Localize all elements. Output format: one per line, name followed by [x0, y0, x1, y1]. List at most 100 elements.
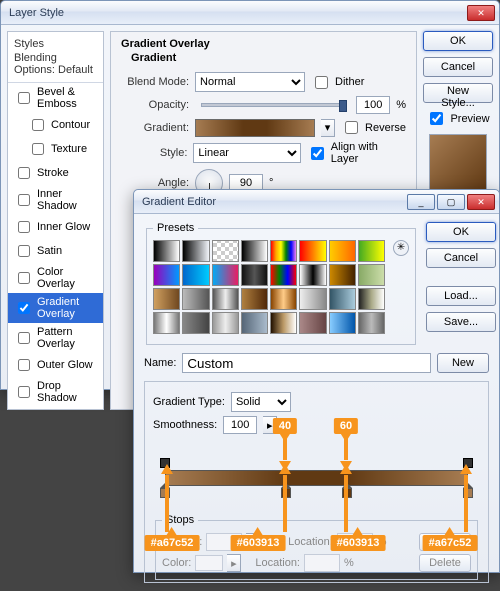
preset-swatch[interactable]: [299, 288, 326, 310]
gradient-editor-dialog: Gradient Editor _ ▢ ✕ Presets ✳ OK Cance…: [133, 189, 500, 573]
preset-swatch[interactable]: [270, 288, 297, 310]
preset-swatch[interactable]: [153, 240, 180, 262]
style-item-drop-shadow[interactable]: Drop Shadow: [8, 377, 103, 407]
preset-swatch[interactable]: [358, 264, 385, 286]
preset-swatch[interactable]: [212, 312, 239, 334]
preset-swatch[interactable]: [153, 288, 180, 310]
delete-color-stop-button: Delete: [419, 554, 471, 572]
chevron-down-icon[interactable]: ▸: [263, 416, 277, 434]
preset-swatch[interactable]: [241, 264, 268, 286]
preset-swatch[interactable]: [153, 312, 180, 334]
new-button[interactable]: New: [437, 353, 489, 373]
close-icon[interactable]: ✕: [467, 5, 495, 21]
style-item-contour[interactable]: Contour: [8, 113, 103, 137]
opacity-slider[interactable]: [201, 103, 344, 107]
name-input[interactable]: [182, 353, 431, 373]
preset-swatch[interactable]: [182, 312, 209, 334]
style-item-texture[interactable]: Texture: [8, 137, 103, 161]
preset-swatch[interactable]: [153, 264, 180, 286]
ok-button[interactable]: OK: [426, 222, 496, 242]
preset-swatch[interactable]: [299, 264, 326, 286]
gradient-editor-titlebar[interactable]: Gradient Editor _ ▢ ✕: [134, 190, 499, 214]
style-item-stroke[interactable]: Stroke: [8, 161, 103, 185]
preset-swatch[interactable]: [182, 288, 209, 310]
preset-swatch[interactable]: [329, 264, 356, 286]
style-item-checkbox[interactable]: [18, 332, 30, 344]
minimize-icon[interactable]: _: [407, 194, 435, 210]
preset-swatch[interactable]: [358, 288, 385, 310]
style-item-inner-glow[interactable]: Inner Glow: [8, 215, 103, 239]
style-item-label: Texture: [51, 143, 87, 155]
new-style-button[interactable]: New Style...: [423, 83, 493, 103]
preset-swatch[interactable]: [212, 264, 239, 286]
opacity-stop[interactable]: [463, 458, 473, 468]
gear-icon[interactable]: ✳: [393, 240, 409, 256]
blending-options-header[interactable]: Blending Options: Default: [8, 52, 103, 83]
style-item-checkbox[interactable]: [18, 272, 30, 284]
stop-color-well: [195, 555, 223, 571]
style-item-gradient-overlay[interactable]: Gradient Overlay: [8, 293, 103, 323]
cancel-button[interactable]: Cancel: [423, 57, 493, 77]
preset-swatch[interactable]: [299, 240, 326, 262]
save-button[interactable]: Save...: [426, 312, 496, 332]
preset-swatch[interactable]: [329, 240, 356, 262]
style-item-outer-glow[interactable]: Outer Glow: [8, 353, 103, 377]
preset-swatch[interactable]: [270, 240, 297, 262]
opacity-input[interactable]: [356, 96, 390, 114]
preset-swatch[interactable]: [358, 312, 385, 334]
color-stop[interactable]: [342, 488, 352, 498]
color-stop[interactable]: [281, 488, 291, 498]
ok-button[interactable]: OK: [423, 31, 493, 51]
preset-swatch[interactable]: [212, 288, 239, 310]
style-item-checkbox[interactable]: [18, 302, 30, 314]
preset-swatch[interactable]: [329, 312, 356, 334]
layer-style-titlebar[interactable]: Layer Style ✕: [1, 1, 499, 25]
style-item-satin[interactable]: Satin: [8, 239, 103, 263]
preset-swatch[interactable]: [270, 264, 297, 286]
preset-swatch[interactable]: [358, 240, 385, 262]
style-item-label: Gradient Overlay: [37, 296, 97, 320]
preset-swatch[interactable]: [182, 264, 209, 286]
gradient-swatch[interactable]: [195, 119, 315, 137]
dither-checkbox[interactable]: Dither: [311, 73, 364, 92]
style-select[interactable]: Linear: [193, 143, 300, 163]
preset-swatch[interactable]: [241, 312, 268, 334]
blend-mode-select[interactable]: Normal: [195, 72, 305, 92]
preset-swatch[interactable]: [270, 312, 297, 334]
preset-swatch[interactable]: [241, 288, 268, 310]
preset-swatch[interactable]: [329, 288, 356, 310]
opacity-stop[interactable]: [160, 458, 170, 468]
style-item-checkbox[interactable]: [18, 245, 30, 257]
reverse-checkbox[interactable]: Reverse: [341, 118, 406, 137]
gradient-type-select[interactable]: Solid: [231, 392, 291, 412]
style-item-inner-shadow[interactable]: Inner Shadow: [8, 185, 103, 215]
style-item-color-overlay[interactable]: Color Overlay: [8, 263, 103, 293]
load-button[interactable]: Load...: [426, 286, 496, 306]
style-item-checkbox[interactable]: [18, 221, 30, 233]
preset-swatch[interactable]: [212, 240, 239, 262]
align-with-layer-checkbox[interactable]: Align with Layer: [307, 141, 406, 165]
preview-checkbox[interactable]: Preview: [426, 109, 489, 128]
preset-swatch[interactable]: [182, 240, 209, 262]
gradient-bar[interactable]: [153, 448, 480, 508]
smoothness-input[interactable]: [223, 416, 257, 434]
style-item-checkbox[interactable]: [18, 386, 30, 398]
style-item-checkbox[interactable]: [18, 194, 30, 206]
style-item-bevel-emboss[interactable]: Bevel & Emboss: [8, 83, 103, 113]
chevron-down-icon[interactable]: ▾: [321, 119, 335, 137]
style-item-checkbox[interactable]: [18, 92, 30, 104]
preset-swatch[interactable]: [241, 240, 268, 262]
style-item-checkbox[interactable]: [18, 167, 30, 179]
style-item-label: Stroke: [37, 167, 69, 179]
preset-swatch[interactable]: [299, 312, 326, 334]
style-item-pattern-overlay[interactable]: Pattern Overlay: [8, 323, 103, 353]
maximize-icon[interactable]: ▢: [437, 194, 465, 210]
presets-grid[interactable]: [153, 240, 385, 338]
color-stop[interactable]: [463, 488, 473, 498]
color-stop[interactable]: [160, 488, 170, 498]
style-item-checkbox[interactable]: [18, 359, 30, 371]
cancel-button[interactable]: Cancel: [426, 248, 496, 268]
style-item-checkbox[interactable]: [32, 119, 44, 131]
close-icon[interactable]: ✕: [467, 194, 495, 210]
style-item-checkbox[interactable]: [32, 143, 44, 155]
